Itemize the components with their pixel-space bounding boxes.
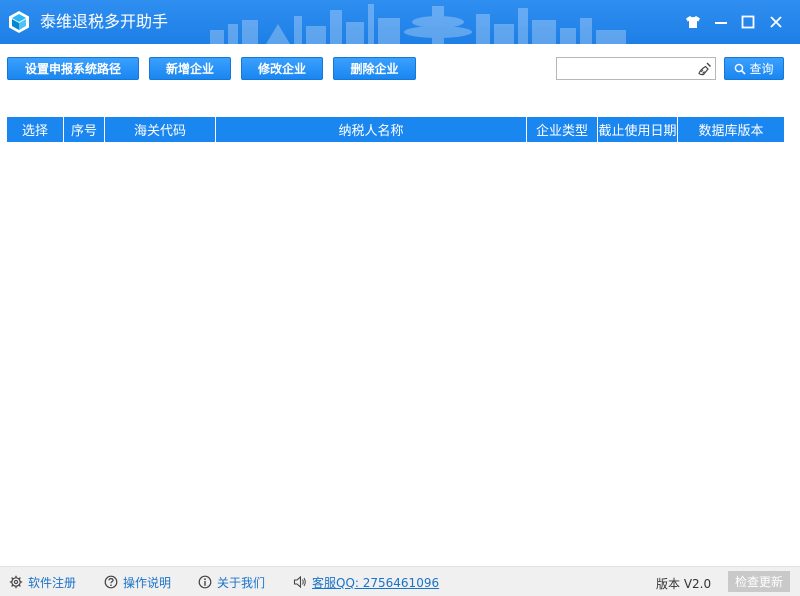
delete-company-button[interactable]: 删除企业 <box>333 57 416 80</box>
about-label: 关于我们 <box>217 575 266 590</box>
maximize-icon <box>741 15 755 29</box>
broom-clear-icon[interactable] <box>697 61 713 77</box>
customer-service-qq-link[interactable]: 客服QQ: 2756461096 <box>293 574 439 590</box>
column-header-db-version[interactable]: 数据库版本 <box>678 117 784 142</box>
magnifier-icon <box>735 63 747 75</box>
grid-body[interactable] <box>7 142 784 562</box>
check-update-button[interactable]: 检查更新 <box>728 571 790 592</box>
add-company-button[interactable]: 新增企业 <box>149 57 231 80</box>
help-label: 操作说明 <box>123 575 172 590</box>
column-header-select[interactable]: 选择 <box>7 117 64 142</box>
shirt-skin-icon <box>686 16 700 28</box>
search-box <box>556 57 716 80</box>
maximize-button[interactable] <box>738 12 758 32</box>
cube-logo-icon <box>9 11 29 33</box>
close-icon <box>770 16 782 28</box>
column-header-index[interactable]: 序号 <box>64 117 105 142</box>
window-title: 泰维退税多开助手 <box>40 12 169 31</box>
column-header-taxpayer-name[interactable]: 纳税人名称 <box>216 117 527 142</box>
search-button-label: 查询 <box>749 62 774 76</box>
status-bar: 软件注册 操作说明 关于我们 客服QQ: 2756461096 版本 V2.0 … <box>0 566 800 596</box>
minimize-button[interactable] <box>711 12 731 32</box>
edit-company-button[interactable]: 修改企业 <box>241 57 323 80</box>
title-bar: 泰维退税多开助手 <box>0 0 800 44</box>
set-system-path-button[interactable]: 设置申报系统路径 <box>7 57 139 80</box>
gear-icon <box>9 575 23 589</box>
column-header-customs-code[interactable]: 海关代码 <box>105 117 216 142</box>
grid-header: 选择 序号 海关代码 纳税人名称 企业类型 截止使用日期 数据库版本 <box>7 117 784 142</box>
skin-button[interactable] <box>683 12 703 32</box>
version-label: 版本 V2.0 <box>656 577 712 591</box>
customer-service-qq-label: 客服QQ: 2756461096 <box>312 575 440 590</box>
software-register-label: 软件注册 <box>28 575 77 590</box>
search-button[interactable]: 查询 <box>724 57 784 80</box>
software-register-link[interactable]: 软件注册 <box>9 574 76 590</box>
about-link[interactable]: 关于我们 <box>198 574 265 590</box>
city-skyline-decoration <box>210 4 626 44</box>
info-circle-icon <box>198 575 212 589</box>
speaker-icon <box>293 575 306 589</box>
help-link[interactable]: 操作说明 <box>104 574 171 590</box>
minimize-icon <box>715 22 727 24</box>
column-header-expiry-date[interactable]: 截止使用日期 <box>598 117 678 142</box>
question-circle-icon <box>104 575 118 589</box>
column-header-company-type[interactable]: 企业类型 <box>527 117 598 142</box>
search-input[interactable] <box>557 58 693 79</box>
close-button[interactable] <box>766 12 786 32</box>
